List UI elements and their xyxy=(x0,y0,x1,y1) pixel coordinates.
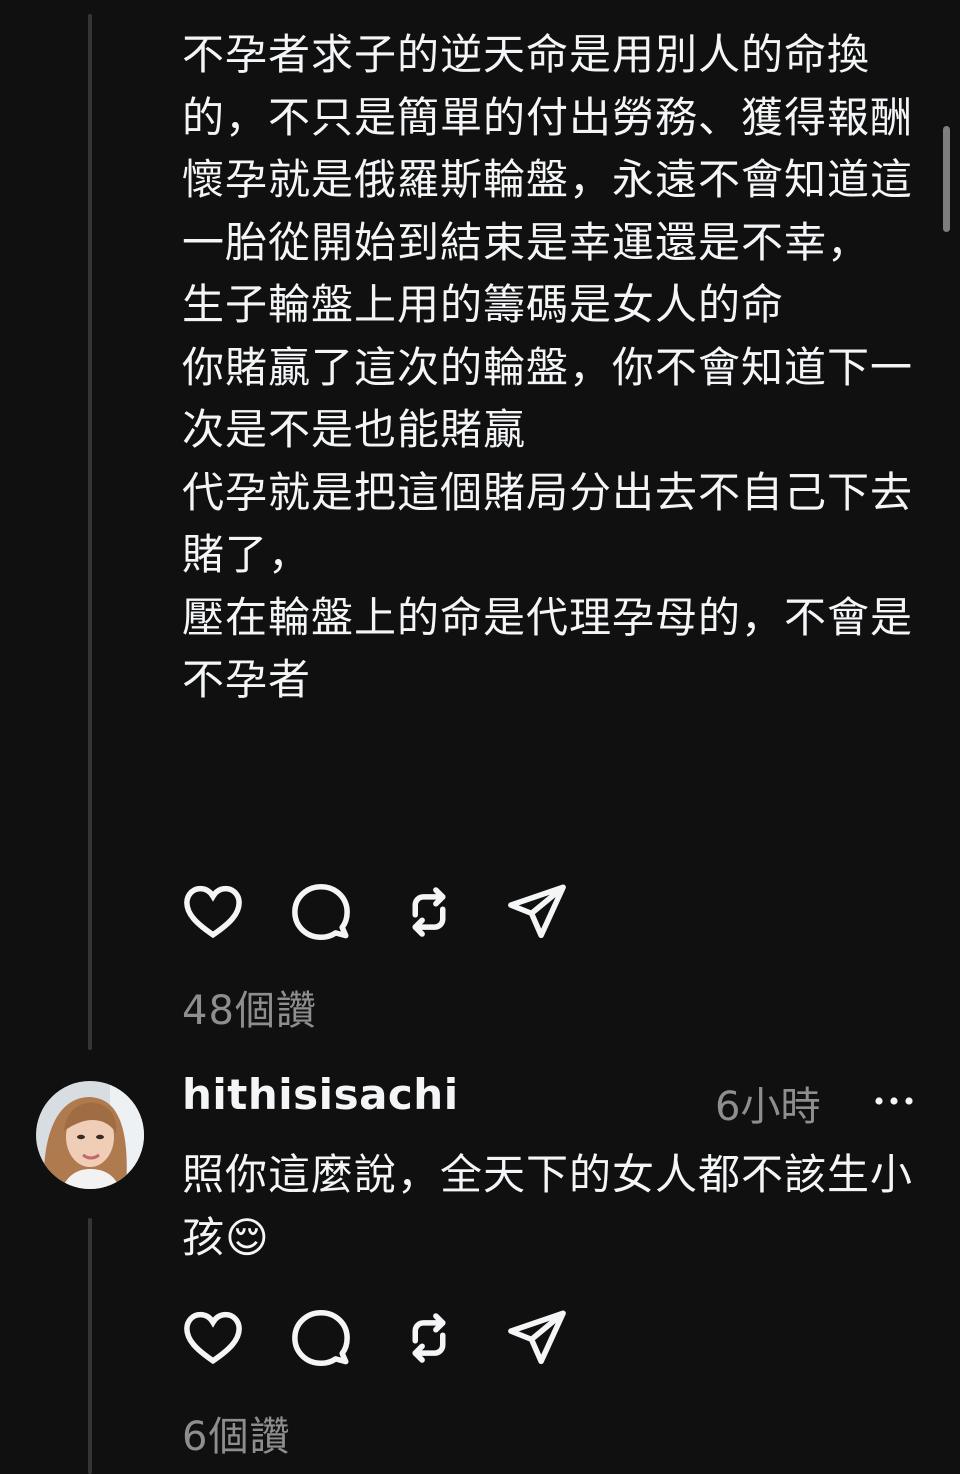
post-body-text: 不孕者求子的逆天命是用別人的命換的，不只是簡單的付出勞務、獲得報酬 懷孕就是俄羅… xyxy=(182,30,914,704)
thread-connector-line xyxy=(88,14,92,1050)
share-button[interactable] xyxy=(504,1305,570,1371)
repost-icon xyxy=(412,1313,446,1363)
repost-icon xyxy=(412,887,446,937)
scrollbar[interactable] xyxy=(943,126,950,232)
more-dots-icon xyxy=(875,1097,913,1105)
reply-timestamp: 6小時 xyxy=(715,1084,821,1130)
reply-action-bar xyxy=(180,1308,612,1368)
avatar-photo xyxy=(36,1081,144,1189)
like-count[interactable]: 6個讚 xyxy=(182,1404,290,1462)
repost-button[interactable] xyxy=(396,1305,462,1371)
share-button[interactable] xyxy=(504,879,570,945)
thread-connector-line-reply xyxy=(88,1218,92,1474)
repost-button[interactable] xyxy=(396,879,462,945)
heart-icon xyxy=(184,1311,242,1365)
like-button[interactable] xyxy=(180,1305,246,1371)
like-count[interactable]: 48個讚 xyxy=(182,978,317,1036)
more-options-button[interactable] xyxy=(870,1082,918,1118)
share-send-icon xyxy=(508,884,566,939)
share-send-icon xyxy=(508,1310,566,1365)
reply-username[interactable]: hithisisachi xyxy=(182,1070,459,1119)
comment-button[interactable] xyxy=(288,1305,354,1371)
avatar[interactable] xyxy=(36,1081,144,1189)
post-action-bar xyxy=(180,882,612,942)
comment-button[interactable] xyxy=(288,879,354,945)
comment-bubble-icon xyxy=(292,883,350,941)
heart-icon xyxy=(184,885,242,939)
comment-bubble-icon xyxy=(292,1309,350,1367)
reply-body-text: 照你這麼說，全天下的女人都不該生小孩😌 xyxy=(182,1150,914,1262)
like-button[interactable] xyxy=(180,879,246,945)
